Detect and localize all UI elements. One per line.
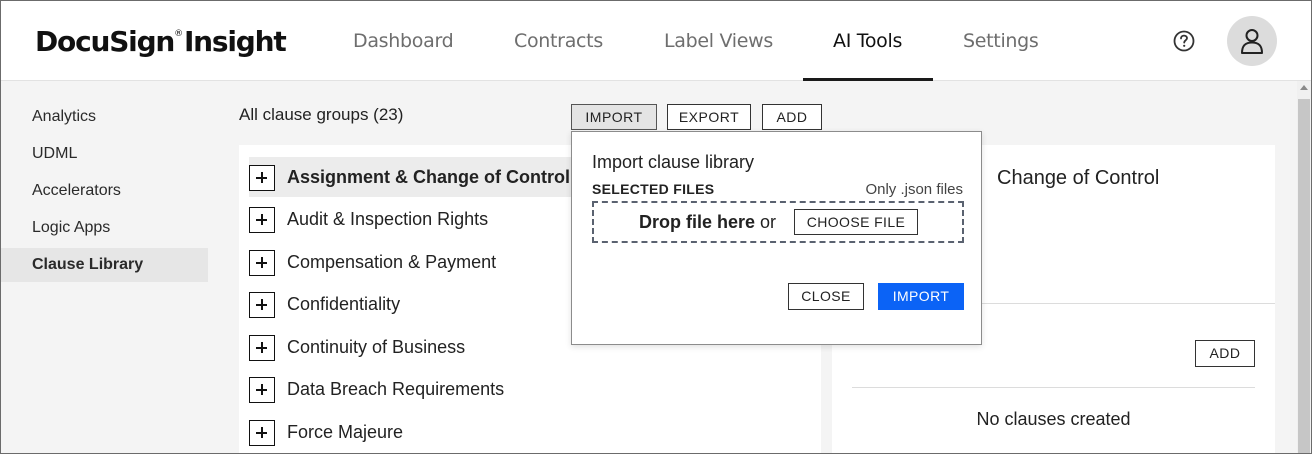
add-group-button[interactable]: ADD [762,104,822,130]
sidebar-item-logic-apps[interactable]: Logic Apps [1,211,208,245]
list-item[interactable]: Confidentiality [249,284,579,324]
group-label: Assignment & Change of Control [287,167,570,187]
logo-suffix: Insight [183,25,287,58]
list-item[interactable]: Assignment & Change of Control [249,157,574,197]
empty-state-text: No clauses created [976,409,1131,429]
sidebar-item-accelerators[interactable]: Accelerators [1,174,208,208]
expand-plus-icon[interactable] [249,377,275,403]
choose-file-button[interactable]: CHOOSE FILE [794,209,918,235]
app-window: DocuSign®Insight Dashboard Contracts Lab… [0,0,1312,454]
tab-contracts[interactable]: Contracts [514,1,603,81]
scrollbar-thumb[interactable] [1298,99,1310,453]
sidebar-item-clause-library[interactable]: Clause Library [1,248,208,282]
drop-text-bold: Drop file here [639,212,756,232]
logo-text: DocuSign [35,25,175,58]
confirm-import-button[interactable]: IMPORT [878,283,964,310]
group-label: Confidentiality [287,294,401,314]
group-label: Audit & Inspection Rights [287,209,489,229]
divider [852,387,1255,388]
close-button[interactable]: CLOSE [788,283,864,310]
list-item[interactable]: Force Majeure [249,412,579,452]
dialog-title: Import clause library [592,152,755,172]
expand-plus-icon[interactable] [249,420,275,446]
tab-dashboard[interactable]: Dashboard [353,1,454,81]
file-type-hint: Only .json files [865,181,963,198]
add-clause-button[interactable]: ADD [1195,340,1255,367]
user-avatar-icon[interactable] [1227,16,1277,66]
expand-plus-icon[interactable] [249,165,275,191]
list-item[interactable]: Continuity of Business [249,327,579,367]
detail-title: Change of Control [997,167,1160,189]
group-label: Continuity of Business [287,337,466,357]
logo-registered-mark: ® [174,29,183,39]
expand-plus-icon[interactable] [249,250,275,276]
logo[interactable]: DocuSign®Insight [35,25,287,58]
sidebar-item-udml[interactable]: UDML [1,137,208,171]
list-item[interactable]: Data Breach Requirements [249,369,579,409]
drop-text-or: or [755,212,777,232]
import-button[interactable]: IMPORT [571,104,657,130]
expand-plus-icon[interactable] [249,335,275,361]
export-button[interactable]: EXPORT [667,104,751,130]
sidebar-item-analytics[interactable]: Analytics [1,100,208,134]
list-item[interactable]: Compensation & Payment [249,242,579,282]
group-label: Compensation & Payment [287,252,497,272]
group-label: Data Breach Requirements [287,379,505,399]
expand-plus-icon[interactable] [249,207,275,233]
selected-files-label: SELECTED FILES [592,181,715,197]
clause-groups-title: All clause groups (23) [239,105,404,124]
file-dropzone[interactable]: Drop file here or CHOOSE FILE [592,201,964,243]
scroll-up-arrow-icon[interactable] [1300,85,1308,90]
tab-label-views[interactable]: Label Views [664,1,773,81]
tab-ai-tools[interactable]: AI Tools [833,1,902,81]
group-label: Force Majeure [287,422,404,442]
help-circle-icon[interactable] [1173,30,1195,52]
tab-settings[interactable]: Settings [963,1,1039,81]
list-item[interactable]: Audit & Inspection Rights [249,199,579,239]
drop-text: Drop file here or [639,212,776,233]
expand-plus-icon[interactable] [249,292,275,318]
import-dialog: Import clause library SELECTED FILES Onl… [571,131,982,345]
top-header: DocuSign®Insight Dashboard Contracts Lab… [1,1,1311,81]
